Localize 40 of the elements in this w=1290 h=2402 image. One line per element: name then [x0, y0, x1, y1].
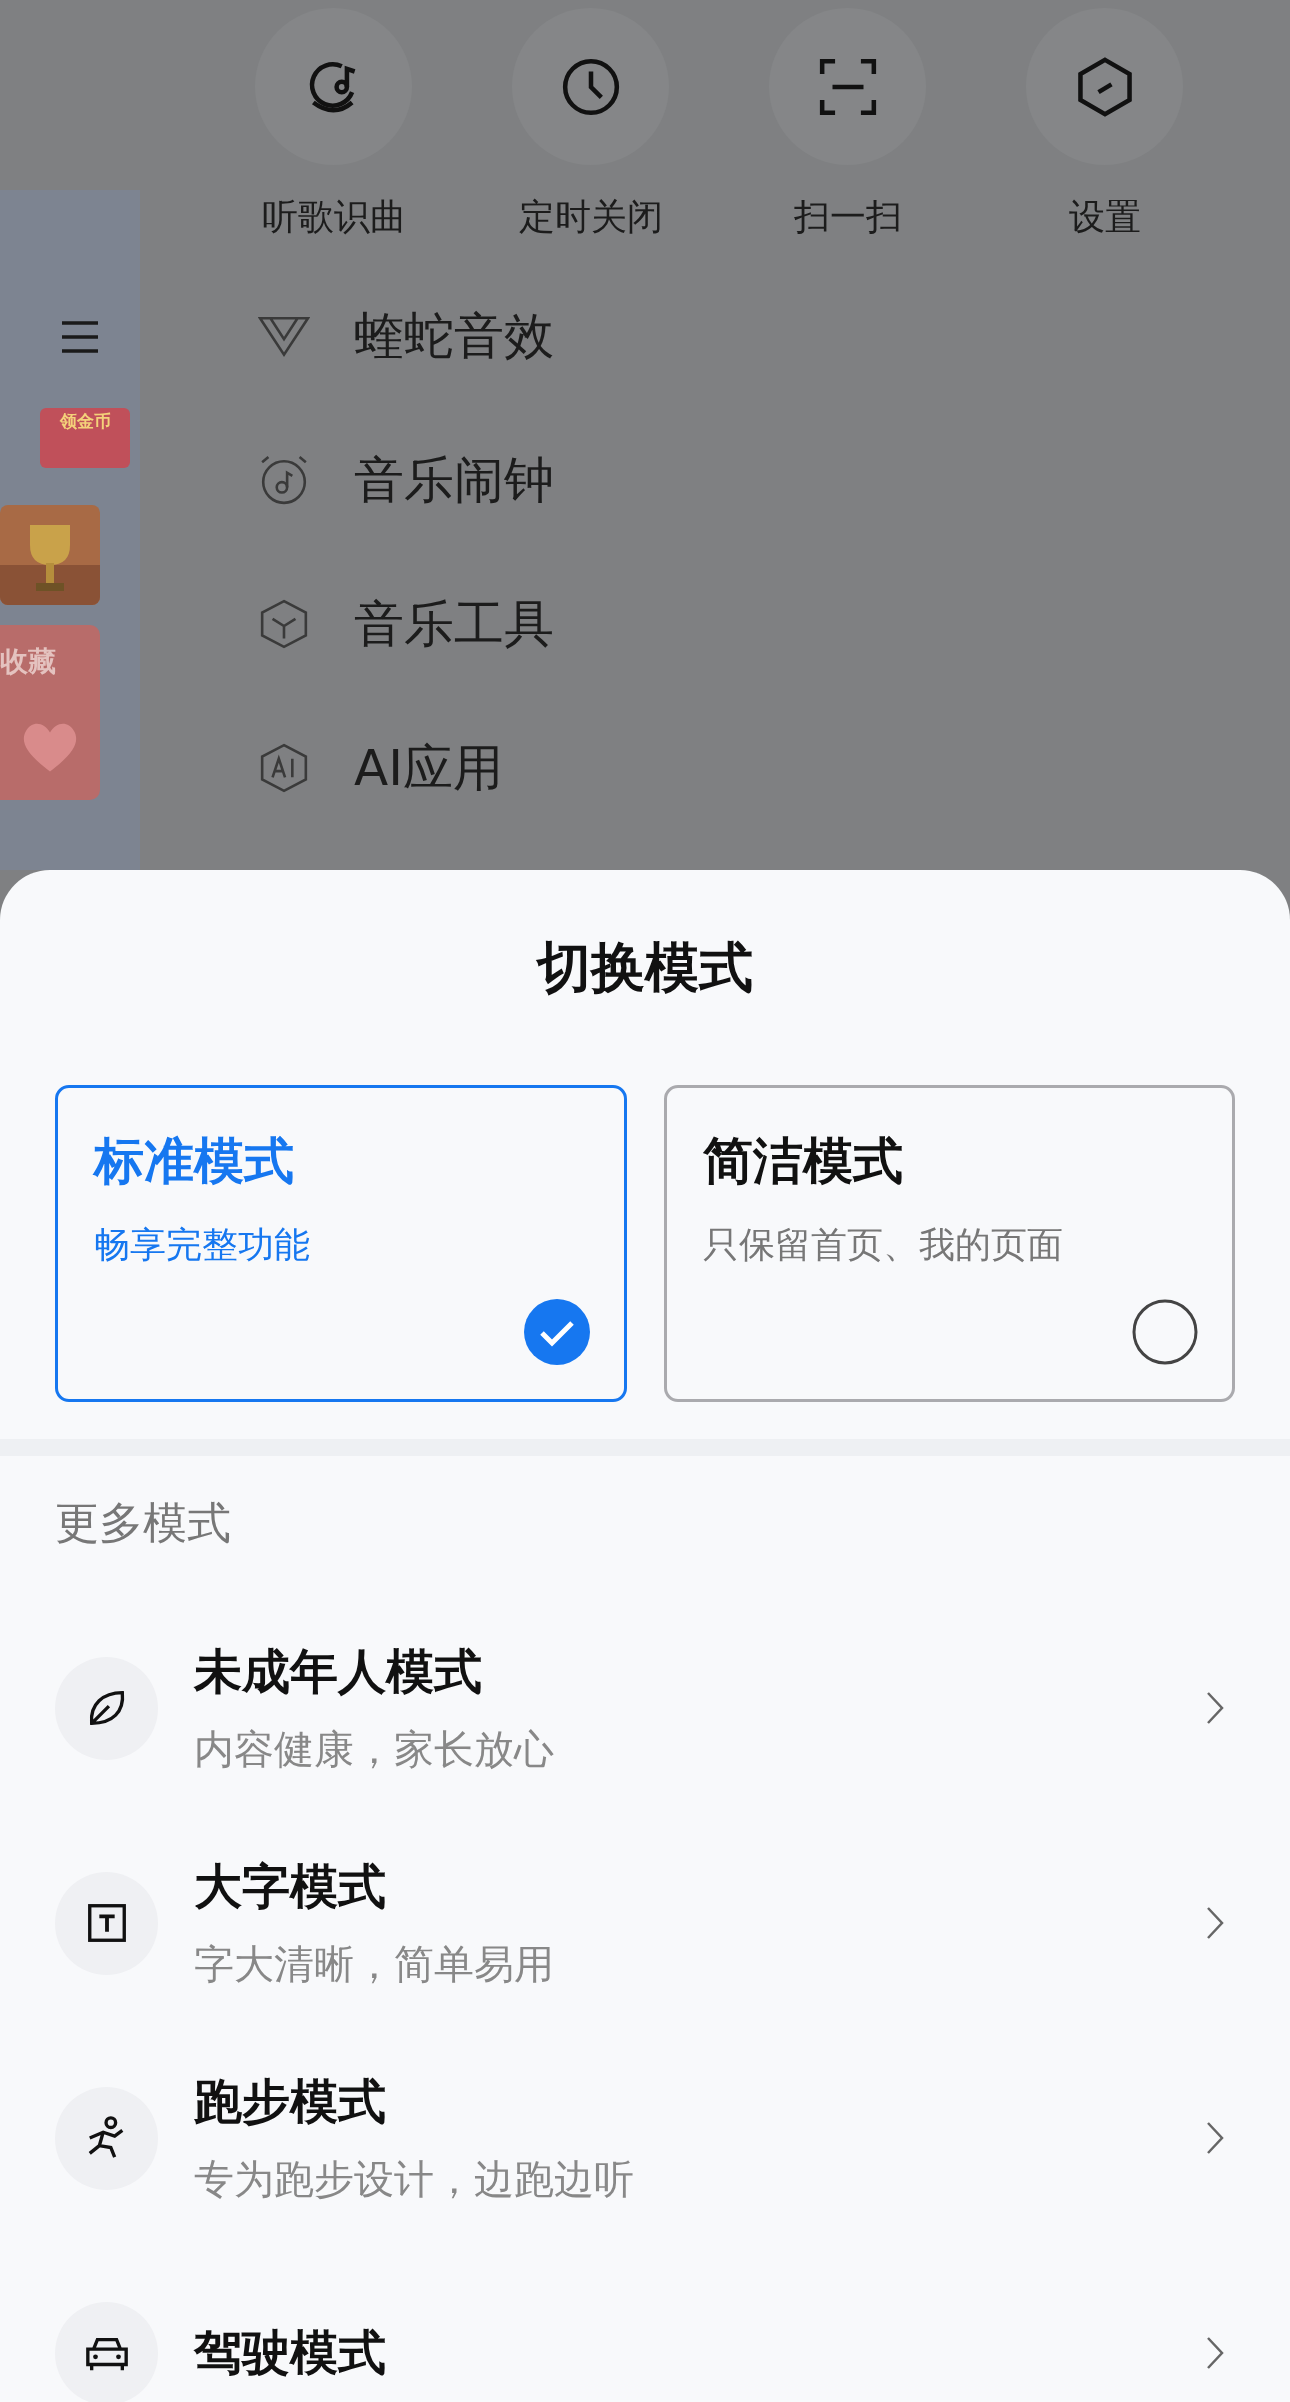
mode-title: 简洁模式 — [702, 1131, 904, 1192]
card-title: 收藏 — [0, 644, 56, 680]
mode-title: 标准模式 — [94, 1131, 295, 1192]
checked-radio-icon — [523, 1299, 590, 1365]
drawer-menu-item[interactable]: 蝰蛇音效 — [258, 264, 1250, 408]
mode-row-description: 字大清晰，简单易用 — [194, 1939, 554, 1989]
drawer-menu-item[interactable]: 音乐工具 — [258, 552, 1250, 696]
mode-description: 只保留首页、我的页面 — [702, 1223, 1064, 1267]
chevron-right-icon — [1205, 2120, 1225, 2156]
quick-action-label: 设置 — [1068, 195, 1141, 239]
alarm-clock-icon — [258, 454, 310, 506]
collection-card[interactable]: 收藏 — [0, 625, 100, 800]
ai-hexagon-icon — [258, 742, 310, 794]
coin-badge[interactable]: 领金币 — [40, 408, 130, 468]
mode-row[interactable]: 跑步模式 专为跑步设计，边跑边听 — [0, 2068, 1290, 2208]
mode-card[interactable]: 标准模式 畅享完整功能 — [55, 1085, 627, 1402]
mode-row[interactable]: 未成年人模式 内容健康，家长放心 — [0, 1638, 1290, 1778]
chevron-right-icon — [1205, 1690, 1225, 1726]
mode-row-title: 大字模式 — [194, 1856, 386, 1916]
cube-icon — [258, 598, 310, 650]
mode-card[interactable]: 简洁模式 只保留首页、我的页面 — [663, 1085, 1235, 1402]
mode-row[interactable]: 大字模式 字大清晰，简单易用 — [0, 1853, 1290, 1993]
mode-row-description: 内容健康，家长放心 — [194, 1724, 554, 1774]
drawer-menu-item[interactable]: 音乐闹钟 — [258, 408, 1250, 552]
sheet-title: 切换模式 — [535, 935, 754, 1001]
radio-icon — [1132, 1299, 1198, 1365]
mode-row-title: 跑步模式 — [194, 2071, 386, 2131]
quick-action-label: 听歌识曲 — [261, 195, 406, 239]
chevron-right-icon — [1205, 2335, 1225, 2371]
mode-row[interactable]: 驾驶模式 — [0, 2283, 1290, 2402]
menu-icon[interactable] — [60, 320, 100, 354]
mode-row-description: 专为跑步设计，边跑边听 — [194, 2154, 634, 2204]
section-heading: 更多模式 — [55, 1496, 232, 1550]
mode-row-title: 未成年人模式 — [194, 1641, 482, 1701]
quick-action-label: 扫一扫 — [793, 195, 902, 239]
drawer-menu-item[interactable]: AI应用 — [258, 696, 1250, 840]
mode-description: 畅享完整功能 — [94, 1223, 311, 1267]
quick-action-label: 定时关闭 — [518, 195, 663, 239]
chevron-right-icon — [1205, 1905, 1225, 1941]
mode-row-title: 驾驶模式 — [194, 2323, 386, 2382]
